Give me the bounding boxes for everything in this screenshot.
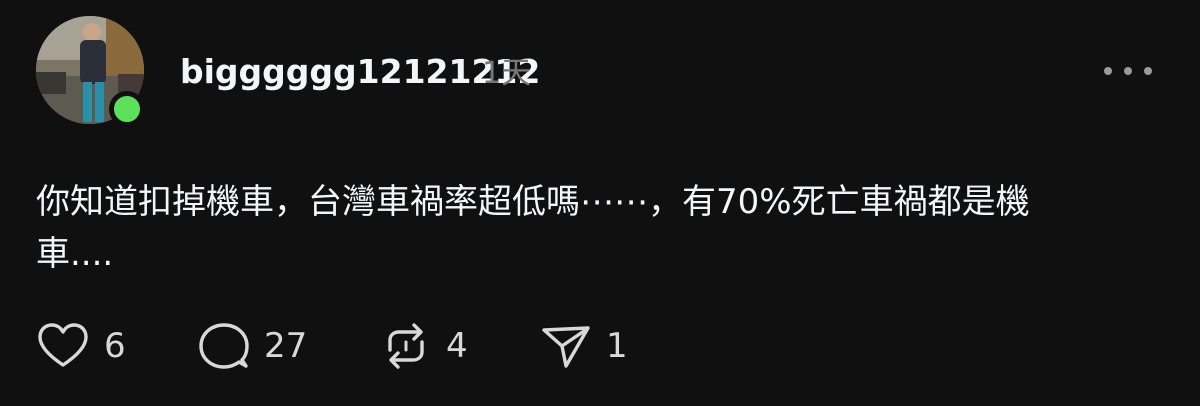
more-options-button[interactable] (1100, 56, 1156, 86)
repost-button[interactable]: 4 (380, 322, 468, 370)
comment-bubble-icon (199, 323, 249, 369)
post-text: 你知道扣掉機車，台灣車禍率超低嗎⋯⋯，有70%死亡車禍都是機 車.... (36, 182, 1030, 274)
heart-icon (38, 323, 88, 367)
comment-button[interactable]: 27 (198, 322, 307, 370)
post-timestamp[interactable]: 1天 (482, 54, 531, 94)
online-status-indicator (109, 91, 145, 127)
repost-count: 4 (446, 326, 468, 366)
like-button[interactable]: 6 (36, 322, 126, 370)
share-button[interactable]: 1 (540, 322, 628, 370)
more-dot-icon (1144, 67, 1152, 75)
send-icon (542, 326, 590, 368)
more-dot-icon (1124, 67, 1132, 75)
comment-count: 27 (264, 326, 308, 366)
like-count: 6 (104, 326, 126, 366)
share-count: 1 (606, 326, 628, 366)
repost-icon (388, 323, 424, 369)
more-dot-icon (1104, 67, 1112, 75)
